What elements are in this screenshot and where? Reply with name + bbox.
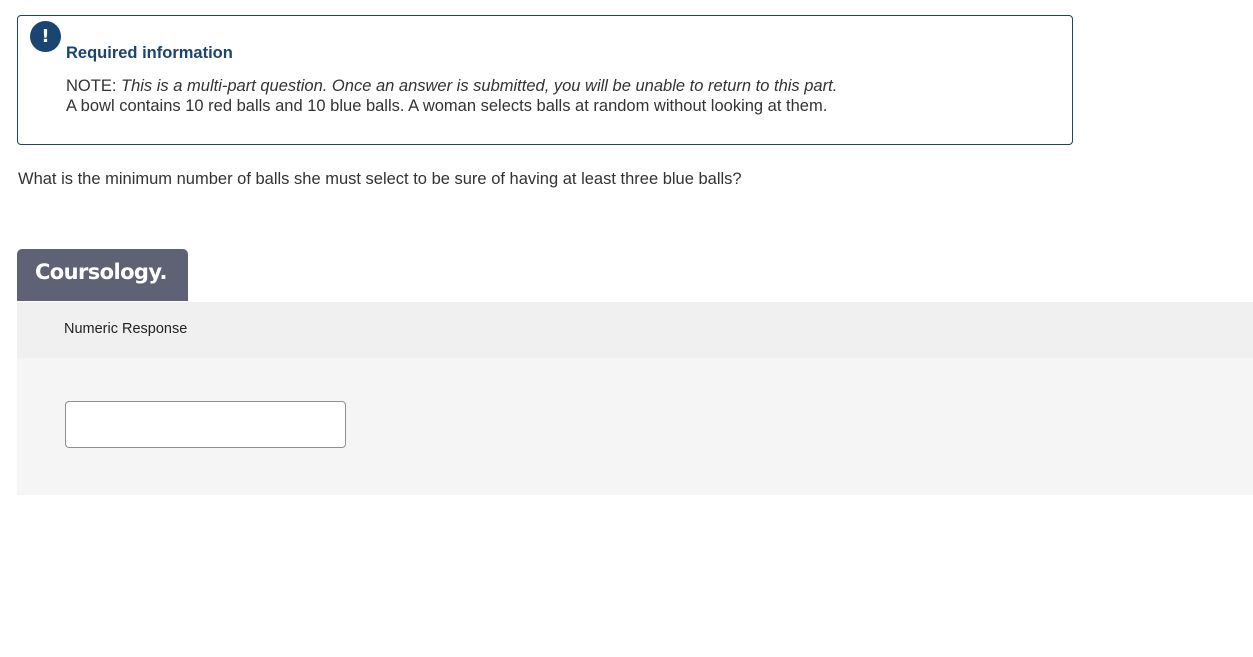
note-text: This is a multi-part question. Once an a… bbox=[121, 77, 838, 95]
response-type-label: Numeric Response bbox=[64, 321, 188, 337]
brand-tab: Coursology. bbox=[17, 249, 188, 301]
required-information-box: ! Required information NOTE: This is a m… bbox=[17, 15, 1073, 145]
numeric-answer-input[interactable] bbox=[65, 401, 346, 448]
alert-icon: ! bbox=[30, 21, 61, 52]
coursology-logo: Coursology. bbox=[35, 260, 167, 284]
response-body bbox=[17, 358, 1253, 495]
note-prefix: NOTE: bbox=[66, 77, 117, 95]
problem-context: A bowl contains 10 red balls and 10 blue… bbox=[66, 97, 828, 115]
response-header: Numeric Response bbox=[17, 302, 1253, 358]
note-line: NOTE: This is a multi-part question. Onc… bbox=[66, 77, 837, 96]
question-text: What is the minimum number of balls she … bbox=[18, 170, 742, 188]
info-title: Required information bbox=[66, 44, 233, 62]
question-page: ! Required information NOTE: This is a m… bbox=[0, 0, 1253, 657]
